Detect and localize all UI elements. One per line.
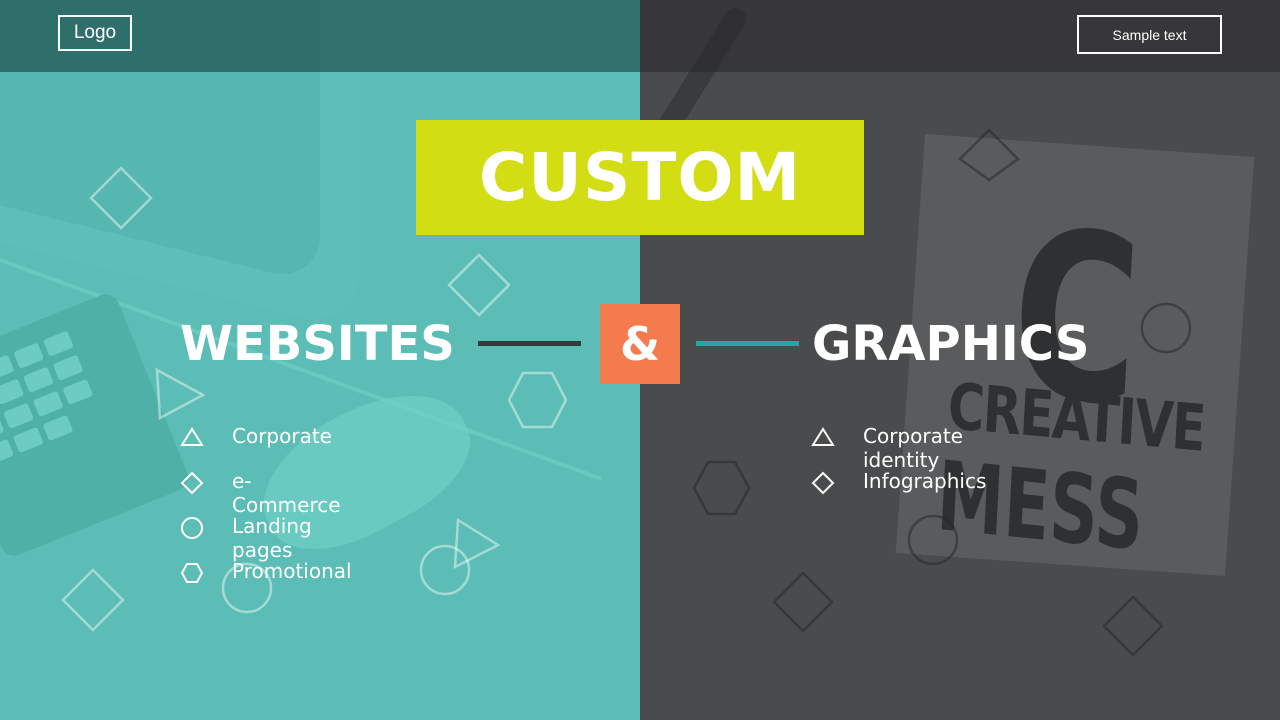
list-item-label: Infographics [863, 469, 987, 493]
list-item-label: Corporate [232, 424, 332, 448]
ampersand-badge: & [600, 304, 680, 384]
diamond-icon [180, 471, 204, 495]
poster-word-mess: MESS [934, 440, 1147, 573]
circle-icon [181, 517, 203, 539]
triangle-icon [180, 427, 204, 446]
custom-title: CUSTOM [416, 120, 864, 235]
list-item-label: Corporate identity [863, 424, 963, 472]
graphics-title: GRAPHICS [812, 316, 1090, 372]
list-item-label: Landing pages [232, 514, 312, 562]
list-item-label: e-Commerce [232, 469, 341, 517]
divider-line-left [478, 341, 581, 346]
logo-box: Logo [58, 15, 132, 51]
diamond-icon [811, 471, 835, 495]
triangle-icon [811, 427, 835, 446]
keyboard-image [0, 290, 193, 560]
list-item-label: Promotional [232, 559, 352, 583]
divider-line-right [696, 341, 799, 346]
sample-text-box: Sample text [1077, 15, 1222, 54]
hexagon-icon [180, 563, 204, 583]
websites-title: WEBSITES [180, 316, 455, 372]
